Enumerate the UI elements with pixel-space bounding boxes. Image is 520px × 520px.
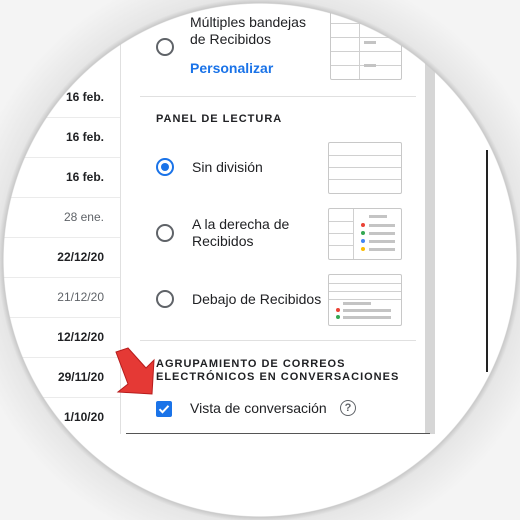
email-date: 16 feb. [65,130,104,144]
email-date: 22/12/20 [57,250,104,264]
reading-pane-title: PANEL DE LECTURA [156,113,283,125]
multiple-inboxes-preview [330,8,402,80]
right-of-inbox-label-line1: A la derecha de [192,216,290,232]
conversation-view-label: Vista de conversación [190,400,327,416]
checkmark-icon [158,405,170,414]
grouping-title-line2: ELECTRÓNICOS EN CONVERSACIONES [156,371,400,383]
no-split-label: Sin división [192,159,263,175]
email-list: 16 feb. 16 feb. 16 feb. 28 ene. 22/12/20… [0,0,120,434]
email-row[interactable]: 29/11/20 [0,358,120,398]
background-area [435,0,520,520]
right-of-inbox-preview [328,208,402,260]
scrollbar[interactable] [425,0,435,434]
right-of-inbox-label-line2: Recibidos [192,233,254,249]
below-inbox-label: Debajo de Recibidos [192,291,322,307]
email-row[interactable]: 1/10/20 [0,398,120,438]
email-row[interactable]: 16 feb. [0,118,120,158]
multiple-inboxes-label-line2: de Recibidos [190,31,271,47]
email-row[interactable]: 22/12/20 [0,238,120,278]
multiple-inboxes-label-line1: Múltiples bandejas [190,14,306,30]
email-row[interactable]: 16 feb. [0,78,120,118]
email-row[interactable]: 28 ene. [0,198,120,238]
arrow-icon [115,347,155,395]
email-date: 16 feb. [65,90,104,104]
help-icon[interactable]: ? [340,400,356,416]
email-date: 16 feb. [65,170,104,184]
bottom-edge-line [126,433,430,434]
email-row[interactable]: 21/12/20 [0,278,120,318]
no-split-preview [328,142,402,194]
background-window-edge [486,150,488,372]
email-date: 29/11/20 [57,370,104,384]
radio-below-inbox[interactable] [156,290,174,308]
email-row[interactable]: 12/12/20 [0,318,120,358]
radio-right-of-inbox[interactable] [156,224,174,242]
email-date: 12/12/20 [57,330,104,344]
below-inbox-preview [328,274,402,326]
email-date: 28 ene. [63,210,104,224]
conversation-view-checkbox[interactable] [156,401,172,417]
radio-no-split[interactable] [156,158,174,176]
email-row[interactable]: 16 feb. [0,158,120,198]
section-divider [140,96,416,97]
radio-multiple-inboxes[interactable] [156,38,174,56]
email-date: 21/12/20 [57,290,104,304]
grouping-title-line1: AGRUPAMIENTO DE CORREOS [156,358,346,370]
customize-link[interactable]: Personalizar [190,60,273,76]
email-date: 1/10/20 [63,410,104,424]
gmail-settings-zoom: 16 feb. 16 feb. 16 feb. 28 ene. 22/12/20… [0,0,520,520]
section-divider [140,340,416,341]
